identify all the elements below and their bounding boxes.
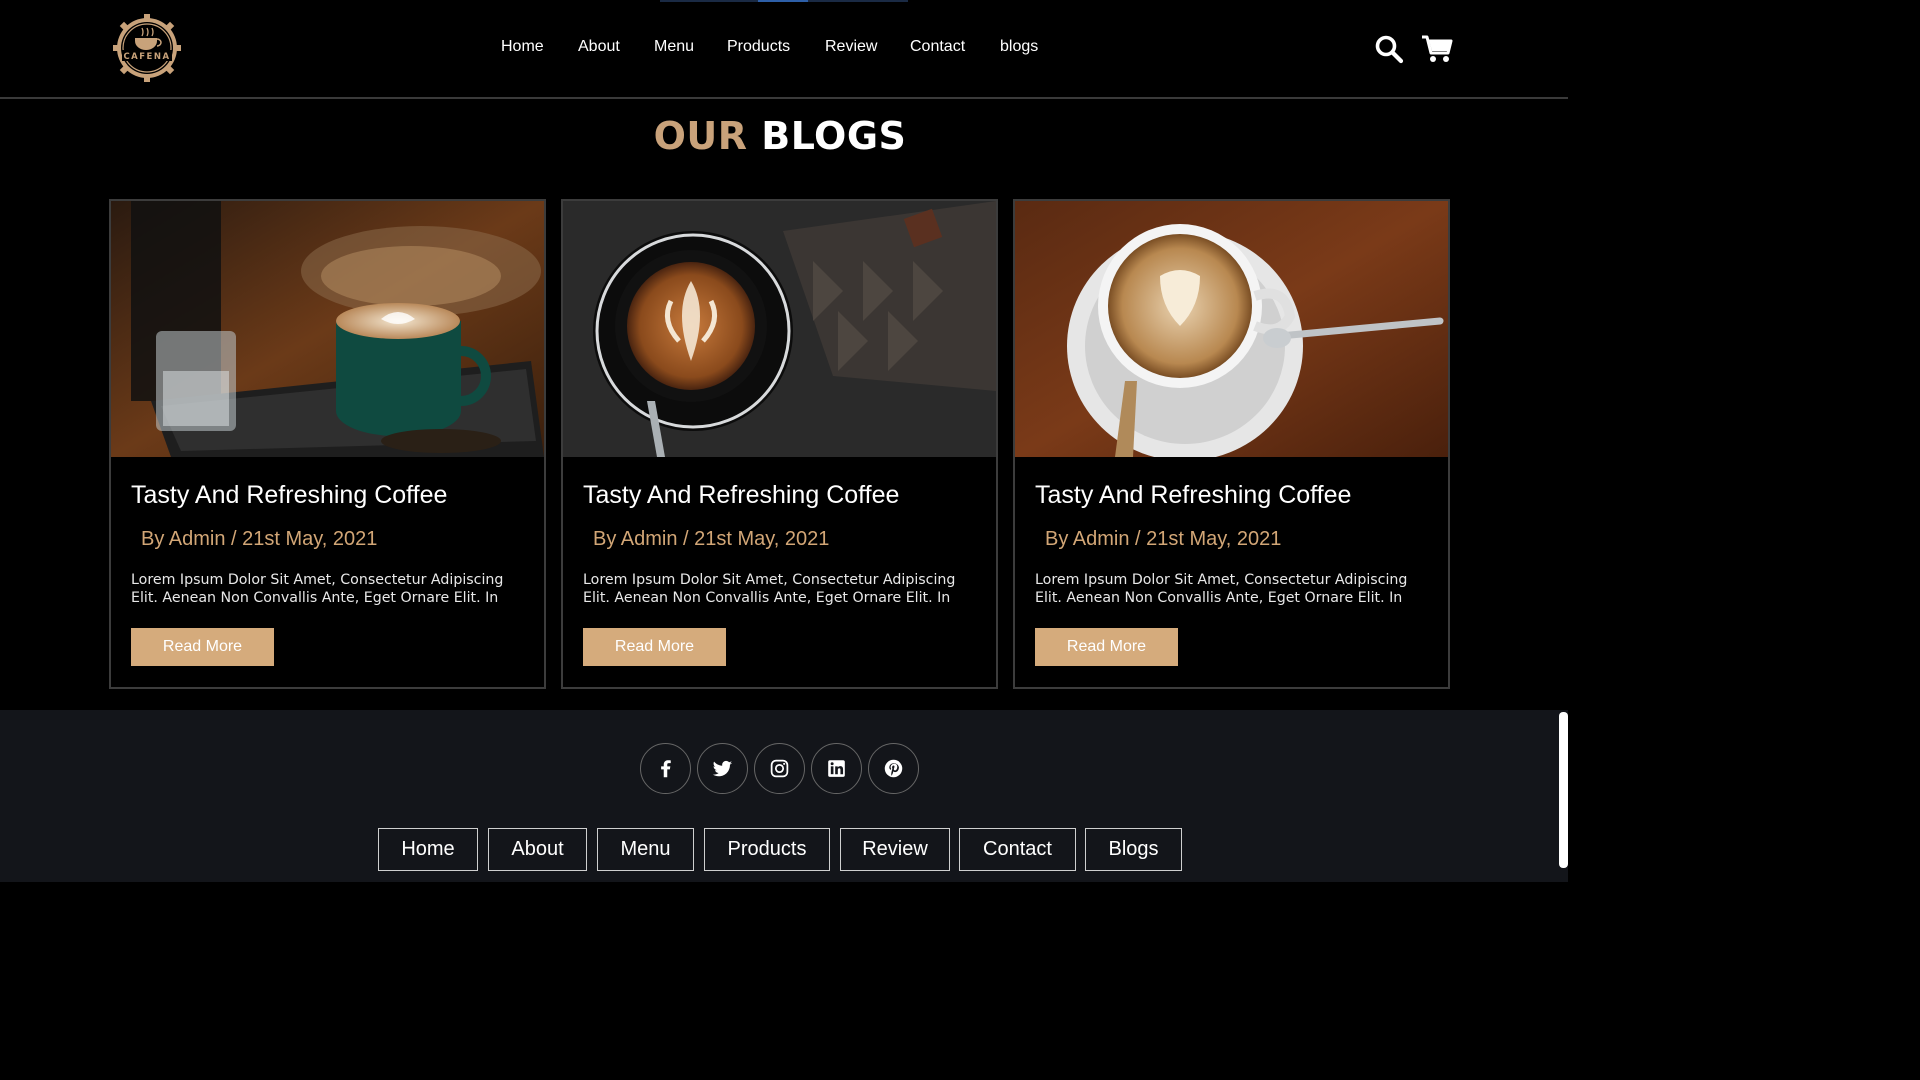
main-nav: Home About Menu Products Review Contact … <box>0 38 1568 62</box>
footer-link-contact[interactable]: Contact <box>959 828 1076 871</box>
section-title: OUR BLOGS <box>0 114 1560 158</box>
twitter-link[interactable] <box>697 743 748 794</box>
blog-meta: By Admin / 21st May, 2021 <box>141 528 378 550</box>
footer-link-about[interactable]: About <box>488 828 587 871</box>
read-more-button[interactable]: Read More <box>1035 628 1178 666</box>
linkedin-link[interactable] <box>811 743 862 794</box>
pinterest-link[interactable] <box>868 743 919 794</box>
nav-home[interactable]: Home <box>501 38 544 56</box>
blog-title[interactable]: Tasty And Refreshing Coffee <box>1035 481 1351 510</box>
instagram-link[interactable] <box>754 743 805 794</box>
cart-icon[interactable] <box>1421 34 1453 64</box>
twitter-icon <box>712 760 733 777</box>
pinterest-icon <box>884 759 903 778</box>
footer-link-review[interactable]: Review <box>840 828 950 871</box>
nav-contact[interactable]: Contact <box>910 38 965 56</box>
footer-link-menu[interactable]: Menu <box>597 828 694 871</box>
read-more-button[interactable]: Read More <box>583 628 726 666</box>
blog-image-latte-black-cup <box>563 201 996 457</box>
blog-title[interactable]: Tasty And Refreshing Coffee <box>583 481 899 510</box>
facebook-link[interactable] <box>640 743 691 794</box>
facebook-icon <box>661 760 671 778</box>
blog-image-latte-white-cup <box>1015 201 1448 457</box>
blog-card: Tasty And Refreshing Coffee By Admin / 2… <box>109 199 546 689</box>
footer-link-products[interactable]: Products <box>704 828 830 871</box>
site-header: CAFENA Home About Menu Products Review C… <box>0 0 1568 99</box>
blog-excerpt: Lorem Ipsum Dolor Sit Amet, Consectetur … <box>131 572 504 606</box>
section-title-accent: OUR <box>653 114 748 158</box>
site-footer: Home About Menu Products Review Contact … <box>0 710 1568 882</box>
blog-card: Tasty And Refreshing Coffee By Admin / 2… <box>1013 199 1450 689</box>
nav-blogs[interactable]: blogs <box>1000 38 1038 56</box>
section-title-rest: BLOGS <box>761 114 907 158</box>
blog-excerpt: Lorem Ipsum Dolor Sit Amet, Consectetur … <box>583 572 956 606</box>
footer-link-home[interactable]: Home <box>378 828 478 871</box>
blog-excerpt: Lorem Ipsum Dolor Sit Amet, Consectetur … <box>1035 572 1408 606</box>
nav-products[interactable]: Products <box>727 38 790 56</box>
instagram-icon <box>770 759 789 778</box>
blog-card: Tasty And Refreshing Coffee By Admin / 2… <box>561 199 998 689</box>
nav-review[interactable]: Review <box>825 38 877 56</box>
scrollbar-thumb[interactable] <box>1559 712 1568 868</box>
read-more-button[interactable]: Read More <box>131 628 274 666</box>
blog-title[interactable]: Tasty And Refreshing Coffee <box>131 481 447 510</box>
blog-image-latte-green-cup <box>111 201 544 457</box>
blog-meta: By Admin / 21st May, 2021 <box>593 528 830 550</box>
nav-about[interactable]: About <box>578 38 620 56</box>
blog-meta: By Admin / 21st May, 2021 <box>1045 528 1282 550</box>
linkedin-icon <box>828 760 845 777</box>
search-icon[interactable] <box>1374 34 1404 64</box>
footer-link-blogs[interactable]: Blogs <box>1085 828 1182 871</box>
nav-menu[interactable]: Menu <box>654 38 694 56</box>
